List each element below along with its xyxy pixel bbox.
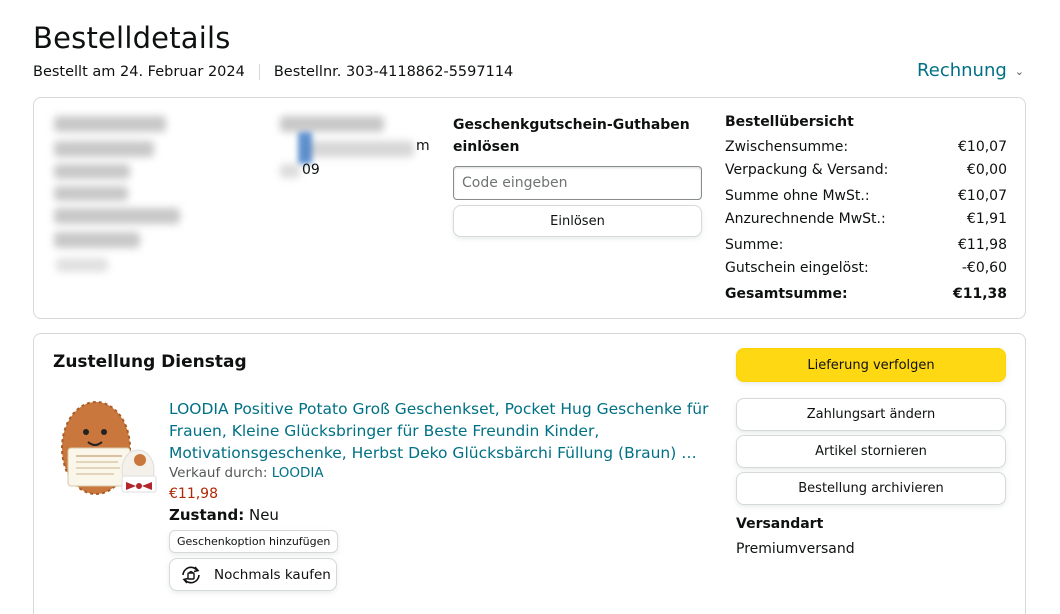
summary-row: Zwischensumme: €10,07 <box>725 136 1007 159</box>
summary-value: -€0,60 <box>961 259 1007 276</box>
summary-label: Zwischensumme: <box>725 139 849 155</box>
archive-order-button[interactable]: Bestellung archivieren <box>736 472 1006 505</box>
condition-label: Zustand: <box>169 506 245 524</box>
total-value: €11,38 <box>952 286 1007 302</box>
summary-row: Summe: €11,98 <box>725 234 1007 257</box>
summary-label: Anzurechnende MwSt.: <box>725 210 886 227</box>
order-overview: Bestellübersicht Zwischensumme: €10,07 V… <box>725 114 1007 306</box>
invoice-label[interactable]: Rechnung <box>917 60 1007 81</box>
shipping-method-title: Versandart <box>736 516 824 532</box>
product-image[interactable] <box>56 396 160 500</box>
redacted-address: m 09 <box>52 112 452 282</box>
order-overview-title: Bestellübersicht <box>725 114 854 130</box>
summary-value: €1,91 <box>966 210 1007 227</box>
order-date: Bestellt am 24. Februar 2024 <box>33 64 245 80</box>
summary-value: €0,00 <box>966 161 1007 178</box>
chevron-down-icon: ⌄ <box>1014 65 1024 78</box>
gift-card-title: Geschenkgutschein-Guthaben einlösen <box>453 117 690 155</box>
summary-label: Summe: <box>725 237 784 253</box>
summary-row: Gutschein eingelöst: -€0,60 <box>725 257 1007 280</box>
total-label: Gesamtsumme: <box>725 286 848 302</box>
cancel-item-button[interactable]: Artikel stornieren <box>736 435 1006 468</box>
summary-value: €10,07 <box>958 139 1007 155</box>
gift-card-section: Geschenkgutschein-Guthaben einlösen Einl… <box>453 114 703 237</box>
delivery-card: Zustellung Dienstag LOODIA Positive Pota… <box>33 333 1026 614</box>
address-fragment: m <box>416 138 430 154</box>
shipping-method-value: Premiumversand <box>736 541 855 557</box>
order-actions: Lieferung verfolgen Zahlungsart ändern A… <box>736 348 1006 557</box>
delivery-title: Zustellung Dienstag <box>53 352 247 372</box>
reorder-icon <box>178 564 204 586</box>
summary-label: Summe ohne MwSt.: <box>725 188 870 204</box>
summary-label: Gutschein eingelöst: <box>725 259 869 276</box>
product-price: €11,98 <box>169 486 218 502</box>
summary-row: Summe ohne MwSt.: €10,07 <box>725 185 1007 208</box>
summary-row: Anzurechnende MwSt.: €1,91 <box>725 208 1007 231</box>
page-title: Bestelldetails <box>33 21 231 55</box>
redeem-button[interactable]: Einlösen <box>453 205 702 237</box>
summary-row: Verpackung & Versand: €0,00 <box>725 159 1007 182</box>
track-delivery-button[interactable]: Lieferung verfolgen <box>736 348 1006 382</box>
add-gift-option-button[interactable]: Geschenkoption hinzufügen <box>169 530 339 553</box>
buy-again-label[interactable]: Nochmals kaufen <box>214 567 331 583</box>
address-fragment: 09 <box>302 162 320 178</box>
order-meta: Bestellt am 24. Februar 2024 Bestellnr. … <box>33 64 513 80</box>
summary-label: Verpackung & Versand: <box>725 161 889 178</box>
summary-value: €11,98 <box>958 237 1007 253</box>
seller-prefix: Verkauf durch: <box>169 465 268 481</box>
seller-link[interactable]: LOODIA <box>272 465 324 481</box>
product-details: LOODIA Positive Potato Groß Geschenkset,… <box>169 398 709 591</box>
invoice-dropdown[interactable]: Rechnung ⌄ <box>917 60 1024 81</box>
gift-card-code-input[interactable] <box>453 166 702 200</box>
condition-value: Neu <box>248 506 279 524</box>
order-summary-card: m 09 Geschenkgutschein-Guthaben einlösen… <box>33 97 1026 319</box>
product-title-link[interactable]: LOODIA Positive Potato Groß Geschenkset,… <box>169 398 709 464</box>
summary-value: €10,07 <box>958 188 1007 204</box>
buy-again-button[interactable]: Nochmals kaufen <box>169 558 337 591</box>
product-condition: Zustand: Neu <box>169 506 709 524</box>
order-number: Bestellnr. 303-4118862-5597114 <box>273 64 514 80</box>
seller-info: Verkauf durch: LOODIA <box>169 465 709 481</box>
meta-divider <box>258 64 260 80</box>
summary-total-row: Gesamtsumme: €11,38 <box>725 283 1007 306</box>
change-payment-button[interactable]: Zahlungsart ändern <box>736 398 1006 431</box>
